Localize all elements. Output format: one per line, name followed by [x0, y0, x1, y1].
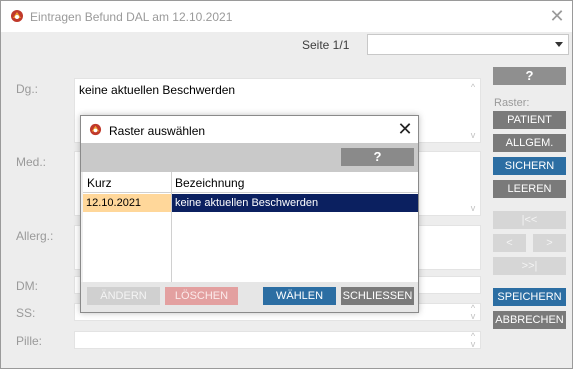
dialog-title: Raster auswählen: [109, 124, 206, 138]
field-label-dg: Dg.:: [16, 82, 39, 96]
next-page-button[interactable]: >: [533, 234, 566, 252]
column-header-bezeichnung[interactable]: Bezeichnung: [175, 176, 244, 190]
first-page-button[interactable]: |<<: [493, 211, 566, 229]
dialog-help-button[interactable]: ?: [341, 148, 414, 166]
prev-page-button[interactable]: <: [493, 234, 526, 252]
chevron-down-icon: [555, 42, 563, 47]
patient-button[interactable]: PATIENT: [493, 111, 566, 129]
dg-field-value: keine aktuellen Beschwerden: [79, 83, 236, 97]
dialog-toolbar: ?: [81, 143, 418, 172]
loeschen-button[interactable]: LÖSCHEN: [165, 287, 238, 305]
title-bar: Eintragen Befund DAL am 12.10.2021 ✕: [1, 1, 572, 32]
window-title: Eintragen Befund DAL am 12.10.2021: [30, 10, 233, 24]
table-row-bezeichnung-cell[interactable]: keine aktuellen Beschwerden: [172, 194, 418, 212]
raster-table: Kurz Bezeichnung 12.10.2021 keine aktuel…: [83, 172, 418, 282]
leeren-button[interactable]: LEEREN: [493, 180, 566, 198]
dialog-footer: ÄNDERN LÖSCHEN WÄHLEN SCHLIESSEN: [81, 282, 418, 312]
dialog-title-bar: Raster auswählen ✕: [81, 116, 418, 143]
column-header-kurz[interactable]: Kurz: [87, 176, 112, 190]
help-button[interactable]: ?: [493, 67, 566, 85]
close-icon[interactable]: ✕: [397, 120, 413, 138]
header-divider: [83, 192, 418, 193]
column-divider: [171, 172, 172, 282]
raster-dialog: Raster auswählen ✕ ? Kurz Bezeichnung 12…: [80, 115, 419, 313]
field-label-ss: SS:: [16, 306, 36, 320]
scroll-down-icon[interactable]: v: [468, 131, 478, 140]
close-icon[interactable]: ✕: [549, 7, 565, 25]
speichern-button[interactable]: SPEICHERN: [493, 288, 566, 306]
pille-field[interactable]: ^ v: [74, 331, 481, 349]
abbrechen-button[interactable]: ABBRECHEN: [493, 311, 566, 329]
aendern-button[interactable]: ÄNDERN: [87, 287, 160, 305]
field-label-allerg: Allerg.:: [16, 229, 54, 243]
field-label-pille: Pille:: [16, 334, 43, 348]
app-logo-icon: [89, 123, 102, 136]
schliessen-button[interactable]: SCHLIESSEN: [341, 287, 414, 305]
last-page-button[interactable]: >>|: [493, 257, 566, 275]
app-logo-icon: [11, 10, 23, 22]
scroll-down-icon[interactable]: v: [468, 204, 478, 213]
field-label-med: Med.:: [16, 155, 47, 169]
scroll-up-icon[interactable]: ^: [468, 83, 478, 92]
field-label-dm: DM:: [16, 279, 38, 293]
raster-label: Raster:: [494, 97, 530, 109]
waehlen-button[interactable]: WÄHLEN: [263, 287, 336, 305]
page-label: Seite 1/1: [302, 38, 350, 52]
page-select[interactable]: [367, 34, 569, 55]
spin-down-icon[interactable]: v: [468, 340, 478, 349]
table-row-kurz-cell[interactable]: 12.10.2021: [83, 194, 171, 212]
sichern-button[interactable]: SICHERN: [493, 157, 566, 175]
spin-down-icon[interactable]: v: [468, 312, 478, 321]
allgem-button[interactable]: ALLGEM.: [493, 134, 566, 152]
